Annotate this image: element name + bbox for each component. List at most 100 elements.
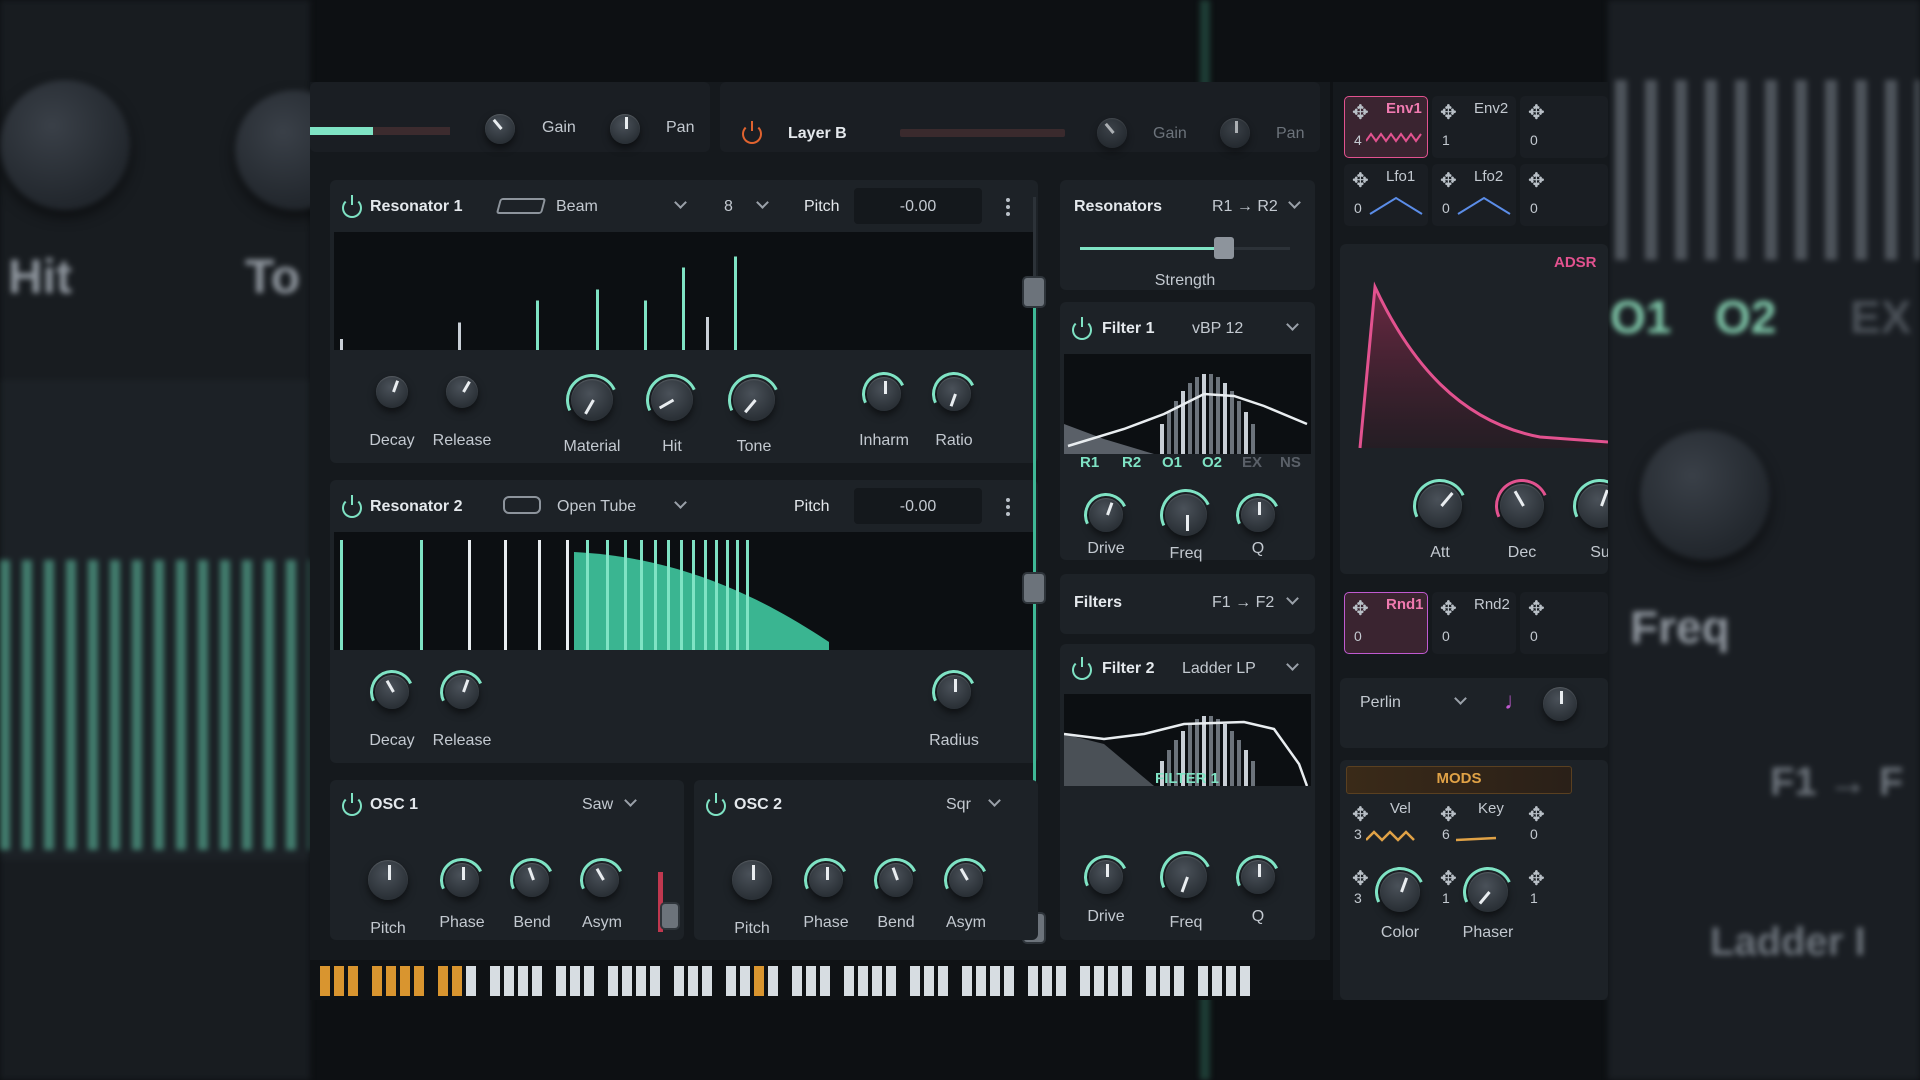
- piano-key[interactable]: [938, 966, 948, 996]
- piano-key[interactable]: [688, 966, 698, 996]
- piano-key[interactable]: [334, 966, 344, 996]
- move-icon[interactable]: ✥: [1440, 596, 1457, 621]
- piano-key[interactable]: [584, 966, 594, 996]
- piano-key[interactable]: [1146, 966, 1156, 996]
- osc2-power-icon[interactable]: [706, 793, 726, 816]
- piano-key[interactable]: [636, 966, 646, 996]
- filter1-tab-ns[interactable]: NS: [1280, 454, 1301, 471]
- more-icon[interactable]: [1006, 198, 1010, 216]
- resonators-route-value[interactable]: R1 → R2: [1212, 198, 1278, 216]
- filter1-tab-o1[interactable]: O1: [1162, 454, 1182, 471]
- resonator1-power-icon[interactable]: [342, 195, 362, 218]
- resonator1-pitch-value[interactable]: -0.00: [900, 198, 936, 216]
- piano-key[interactable]: [532, 966, 542, 996]
- piano-key[interactable]: [372, 966, 382, 996]
- filter1-tab-r1[interactable]: R1: [1080, 454, 1099, 471]
- piano-key[interactable]: [1004, 966, 1014, 996]
- piano-key[interactable]: [1056, 966, 1066, 996]
- piano-key[interactable]: [1108, 966, 1118, 996]
- piano-key[interactable]: [858, 966, 868, 996]
- piano-key[interactable]: [1226, 966, 1236, 996]
- piano-key[interactable]: [400, 966, 410, 996]
- piano-key[interactable]: [386, 966, 396, 996]
- resonator2-power-icon[interactable]: [342, 495, 362, 518]
- piano-key[interactable]: [452, 966, 462, 996]
- filter1-power-icon[interactable]: [1072, 317, 1092, 340]
- filter1-tab-ex[interactable]: EX: [1242, 454, 1262, 471]
- move-icon[interactable]: ✥: [1352, 866, 1369, 891]
- osc1-level-fader[interactable]: [662, 904, 678, 928]
- move-icon[interactable]: ✥: [1352, 100, 1369, 125]
- resonator1-type[interactable]: Beam: [556, 198, 598, 216]
- piano-key[interactable]: [556, 966, 566, 996]
- move-icon[interactable]: ✥: [1440, 100, 1457, 125]
- layer-b-pan-knob[interactable]: [1220, 118, 1250, 148]
- piano-key[interactable]: [608, 966, 618, 996]
- piano-key[interactable]: [1122, 966, 1132, 996]
- filter1-tab-o2[interactable]: O2: [1202, 454, 1222, 471]
- more-icon[interactable]: [1006, 498, 1010, 516]
- music-note-icon[interactable]: ♩: [1504, 688, 1528, 716]
- keyboard[interactable]: [310, 960, 1330, 1000]
- resonator2-pitch-value[interactable]: -0.00: [900, 498, 936, 516]
- piano-key[interactable]: [490, 966, 500, 996]
- piano-key[interactable]: [1094, 966, 1104, 996]
- piano-key[interactable]: [1174, 966, 1184, 996]
- piano-key[interactable]: [570, 966, 580, 996]
- piano-key[interactable]: [466, 966, 476, 996]
- move-icon[interactable]: ✥: [1528, 866, 1545, 891]
- layer-b-gain-knob[interactable]: [1097, 118, 1127, 148]
- piano-key[interactable]: [414, 966, 424, 996]
- move-icon[interactable]: ✥: [1352, 168, 1369, 193]
- osc1-power-icon[interactable]: [342, 793, 362, 816]
- filter1-type[interactable]: vBP 12: [1192, 320, 1243, 338]
- piano-key[interactable]: [674, 966, 684, 996]
- piano-key[interactable]: [806, 966, 816, 996]
- osc1-pitch-knob[interactable]: [368, 860, 408, 900]
- piano-key[interactable]: [1028, 966, 1038, 996]
- resonator1-knob-release-knob[interactable]: [446, 376, 478, 408]
- filter1-tab-r2[interactable]: R2: [1122, 454, 1141, 471]
- piano-key[interactable]: [768, 966, 778, 996]
- noise-rate-knob[interactable]: [1543, 687, 1577, 721]
- piano-key[interactable]: [872, 966, 882, 996]
- fader-handle[interactable]: [1024, 574, 1044, 602]
- piano-key[interactable]: [504, 966, 514, 996]
- filters-route-value[interactable]: F1 → F2: [1212, 594, 1274, 612]
- piano-key[interactable]: [740, 966, 750, 996]
- move-icon[interactable]: ✥: [1528, 596, 1545, 621]
- piano-key[interactable]: [910, 966, 920, 996]
- layer-a-gain-knob[interactable]: [485, 114, 515, 144]
- piano-key[interactable]: [820, 966, 830, 996]
- strength-slider-handle[interactable]: [1214, 237, 1234, 259]
- layer-a-pan-knob[interactable]: [610, 114, 640, 144]
- piano-key[interactable]: [844, 966, 854, 996]
- piano-key[interactable]: [792, 966, 802, 996]
- move-icon[interactable]: ✥: [1440, 168, 1457, 193]
- osc1-wave[interactable]: Saw: [582, 796, 613, 814]
- piano-key[interactable]: [924, 966, 934, 996]
- piano-key[interactable]: [976, 966, 986, 996]
- piano-key[interactable]: [726, 966, 736, 996]
- piano-key[interactable]: [1042, 966, 1052, 996]
- move-icon[interactable]: ✥: [1528, 802, 1545, 827]
- piano-key[interactable]: [990, 966, 1000, 996]
- move-icon[interactable]: ✥: [1528, 100, 1545, 125]
- filter2-power-icon[interactable]: [1072, 657, 1092, 680]
- move-icon[interactable]: ✥: [1528, 168, 1545, 193]
- layer-b-power-icon[interactable]: [742, 121, 762, 144]
- piano-key[interactable]: [1240, 966, 1250, 996]
- move-icon[interactable]: ✥: [1352, 596, 1369, 621]
- piano-key[interactable]: [1212, 966, 1222, 996]
- move-icon[interactable]: ✥: [1440, 866, 1457, 891]
- piano-key[interactable]: [438, 966, 448, 996]
- piano-key[interactable]: [348, 966, 358, 996]
- piano-key[interactable]: [622, 966, 632, 996]
- resonator1-count[interactable]: 8: [724, 198, 733, 216]
- piano-key[interactable]: [1198, 966, 1208, 996]
- osc2-wave[interactable]: Sqr: [946, 796, 971, 814]
- piano-key[interactable]: [1160, 966, 1170, 996]
- osc2-pitch-knob[interactable]: [732, 860, 772, 900]
- piano-key[interactable]: [886, 966, 896, 996]
- move-icon[interactable]: ✥: [1352, 802, 1369, 827]
